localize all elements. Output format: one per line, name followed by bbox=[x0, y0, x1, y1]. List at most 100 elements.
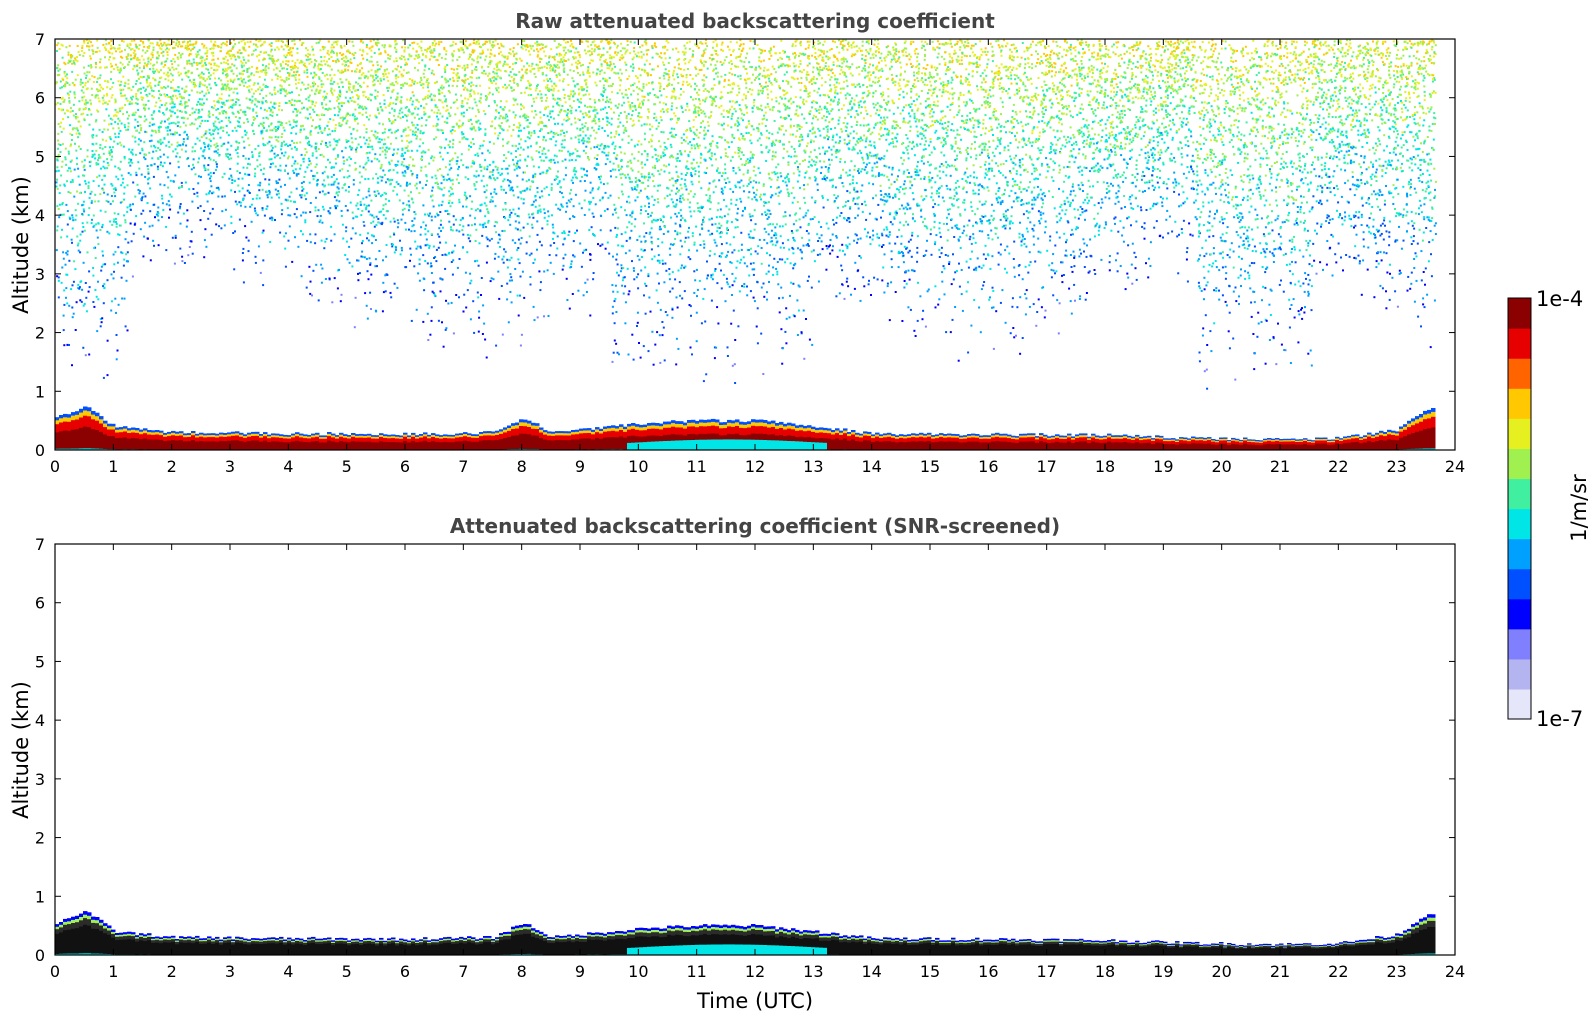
heatmap-noise bbox=[295, 187, 298, 190]
heatmap-noise bbox=[357, 208, 360, 210]
heatmap-noise bbox=[336, 40, 339, 43]
heatmap-noise bbox=[207, 164, 210, 167]
heatmap-noise bbox=[63, 72, 66, 75]
heatmap-noise bbox=[62, 329, 65, 332]
heatmap-noise bbox=[323, 170, 326, 173]
heatmap-noise bbox=[433, 39, 436, 42]
heatmap-noise bbox=[375, 224, 378, 227]
heatmap-noise bbox=[243, 48, 246, 51]
heatmap-noise bbox=[120, 50, 123, 53]
heatmap-noise bbox=[347, 140, 350, 143]
heatmap-noise bbox=[415, 54, 418, 57]
heatmap-noise bbox=[275, 180, 278, 183]
heatmap-noise bbox=[438, 227, 441, 230]
heatmap-noise bbox=[347, 50, 350, 53]
heatmap-noise bbox=[287, 157, 289, 160]
heatmap-noise bbox=[79, 239, 82, 242]
heatmap-noise bbox=[431, 194, 434, 197]
heatmap-noise bbox=[200, 116, 203, 119]
heatmap-noise bbox=[320, 130, 323, 133]
heatmap-noise bbox=[303, 128, 306, 131]
heatmap-noise bbox=[83, 41, 86, 44]
heatmap-noise bbox=[447, 202, 450, 204]
heatmap-noise bbox=[122, 113, 125, 116]
heatmap-noise bbox=[231, 106, 234, 109]
heatmap-noise bbox=[280, 64, 282, 67]
heatmap-noise bbox=[429, 95, 431, 98]
heatmap-noise bbox=[419, 81, 422, 84]
heatmap-noise bbox=[133, 57, 136, 60]
heatmap-noise bbox=[100, 167, 102, 170]
heatmap-noise bbox=[183, 40, 186, 43]
heatmap-noise bbox=[159, 126, 162, 128]
heatmap-noise bbox=[131, 114, 134, 117]
heatmap-noise bbox=[315, 60, 318, 63]
heatmap-noise bbox=[311, 152, 314, 155]
heatmap-noise bbox=[220, 120, 223, 123]
heatmap-noise bbox=[145, 78, 148, 81]
heatmap-noise bbox=[381, 310, 384, 313]
heatmap-noise bbox=[205, 47, 208, 49]
heatmap-noise bbox=[295, 124, 298, 127]
heatmap-noise bbox=[400, 83, 403, 86]
heatmap-noise bbox=[325, 166, 327, 169]
heatmap-noise bbox=[318, 125, 321, 127]
heatmap-noise bbox=[451, 44, 454, 47]
heatmap-noise bbox=[67, 93, 70, 96]
heatmap-noise bbox=[290, 191, 293, 194]
heatmap-noise bbox=[441, 226, 444, 229]
heatmap-noise bbox=[261, 101, 264, 104]
heatmap-noise bbox=[227, 156, 230, 159]
heatmap-noise bbox=[148, 125, 151, 127]
heatmap-cell bbox=[419, 441, 424, 450]
heatmap-noise bbox=[383, 138, 386, 141]
heatmap-noise bbox=[160, 52, 163, 55]
heatmap-cell bbox=[63, 416, 68, 422]
heatmap-noise bbox=[351, 96, 354, 99]
heatmap-noise bbox=[418, 62, 421, 65]
heatmap-noise bbox=[109, 153, 111, 156]
heatmap-cell bbox=[243, 441, 248, 450]
heatmap-noise bbox=[337, 69, 340, 72]
heatmap-noise bbox=[283, 67, 285, 70]
heatmap-noise bbox=[442, 175, 445, 178]
heatmap-noise bbox=[103, 167, 106, 170]
heatmap-noise bbox=[152, 239, 155, 242]
heatmap-noise bbox=[290, 132, 293, 135]
heatmap-noise bbox=[116, 349, 119, 352]
heatmap-noise bbox=[469, 282, 472, 285]
heatmap-noise bbox=[146, 165, 149, 168]
heatmap-noise bbox=[251, 95, 254, 98]
heatmap-noise bbox=[436, 169, 439, 172]
heatmap-noise bbox=[113, 263, 116, 266]
heatmap-noise bbox=[340, 123, 343, 126]
heatmap-noise bbox=[159, 141, 162, 144]
heatmap-noise bbox=[303, 70, 306, 73]
heatmap-noise bbox=[470, 63, 473, 66]
heatmap-cell bbox=[63, 430, 68, 449]
heatmap-noise bbox=[385, 210, 388, 213]
heatmap-noise bbox=[321, 267, 324, 270]
heatmap-noise bbox=[337, 114, 340, 117]
heatmap-noise bbox=[82, 54, 85, 57]
heatmap-noise bbox=[119, 92, 122, 95]
heatmap-noise bbox=[475, 104, 478, 107]
heatmap-noise bbox=[64, 156, 67, 159]
heatmap-noise bbox=[469, 93, 472, 96]
heatmap-noise bbox=[194, 173, 197, 176]
heatmap-noise bbox=[249, 205, 252, 208]
heatmap-cell bbox=[79, 412, 84, 418]
heatmap-noise bbox=[85, 296, 88, 299]
heatmap-noise bbox=[207, 145, 210, 148]
heatmap-noise bbox=[184, 181, 187, 184]
heatmap-noise bbox=[122, 94, 124, 97]
heatmap-noise bbox=[432, 125, 435, 128]
heatmap-cell bbox=[107, 423, 112, 427]
heatmap-noise bbox=[71, 180, 74, 183]
heatmap-cell bbox=[155, 430, 160, 433]
heatmap-noise bbox=[249, 40, 252, 43]
heatmap-noise bbox=[114, 121, 117, 124]
heatmap-noise bbox=[84, 182, 87, 185]
heatmap-noise bbox=[408, 164, 411, 167]
heatmap-noise bbox=[371, 234, 374, 237]
